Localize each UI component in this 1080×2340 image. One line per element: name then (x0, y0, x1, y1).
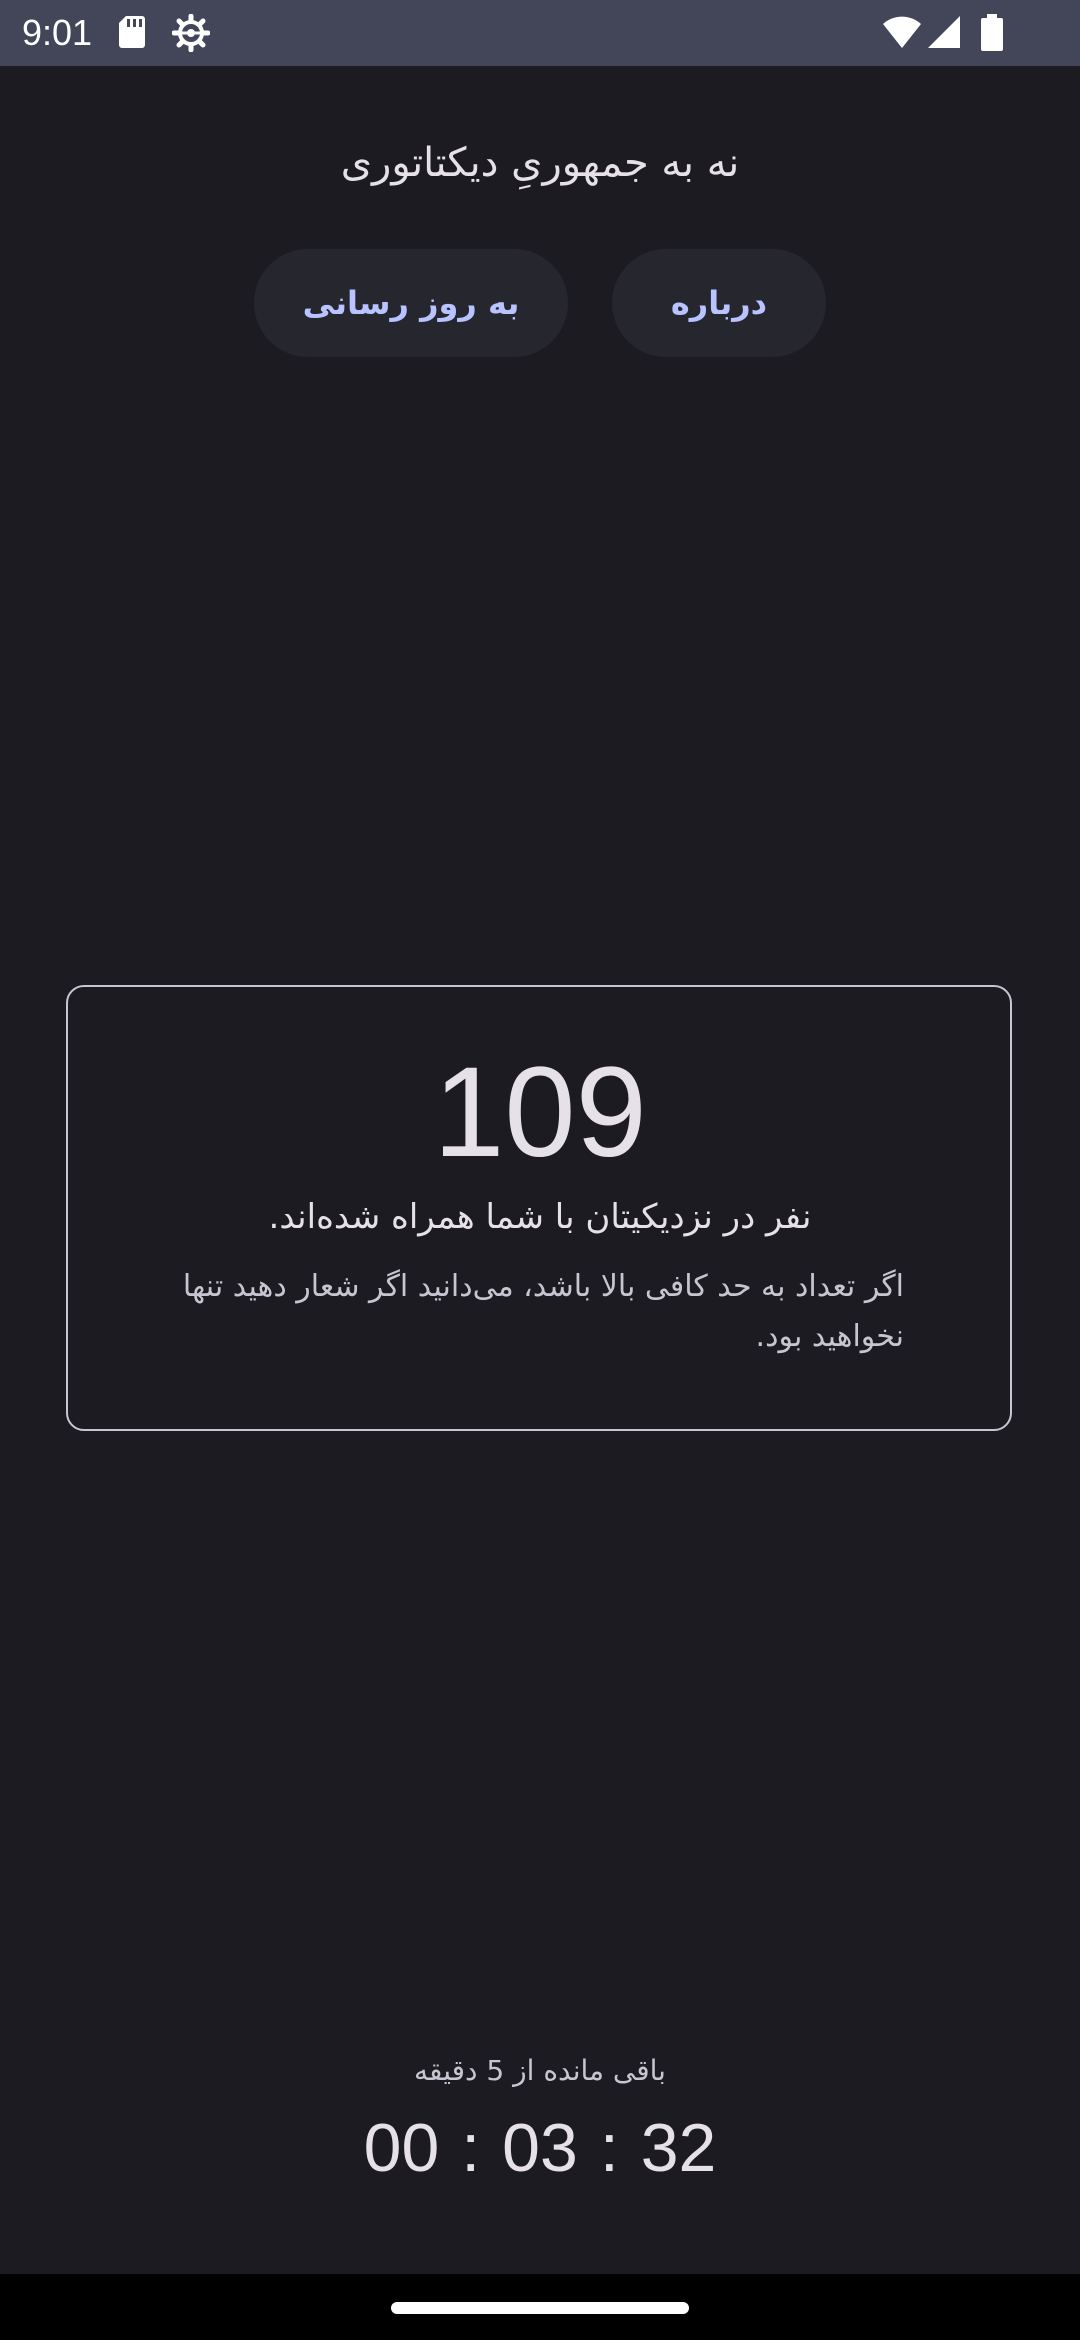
status-bar: 9:01 (0, 0, 1080, 66)
about-button[interactable]: درباره (612, 249, 826, 357)
app-screen: 9:01 نه به جمهوریِ دیکتاتوری درباره به ر… (0, 0, 1080, 2340)
nearby-count-label: نفر در نزدیکیتان با شما همراه شده‌اند. (268, 1197, 812, 1237)
countdown-minutes: 03 (502, 2110, 578, 2186)
battery-icon (980, 14, 1004, 56)
countdown-separator: : (461, 2110, 481, 2186)
update-button[interactable]: به روز رسانی (254, 249, 568, 357)
status-time: 9:01 (22, 12, 93, 53)
cell-signal-icon (926, 14, 962, 54)
sd-card-icon (118, 14, 146, 54)
countdown-seconds: 32 (640, 2110, 717, 2186)
nearby-count-note: اگر تعداد به حد کافی بالا باشد، می‌دانید… (182, 1269, 904, 1354)
nearby-count: 109 (433, 1041, 647, 1184)
settings-gear-icon (171, 13, 211, 56)
home-gesture-handle[interactable] (391, 2302, 689, 2314)
app-title: نه به جمهوریِ دیکتاتوری (340, 140, 740, 186)
countdown-timer: 00:03:32 (0, 2108, 1080, 2188)
wifi-icon (882, 14, 922, 54)
countdown-separator: : (599, 2110, 619, 2186)
countdown-hours: 00 (363, 2110, 440, 2186)
countdown-label: باقی مانده از 5 دقیقه (414, 2054, 666, 2087)
